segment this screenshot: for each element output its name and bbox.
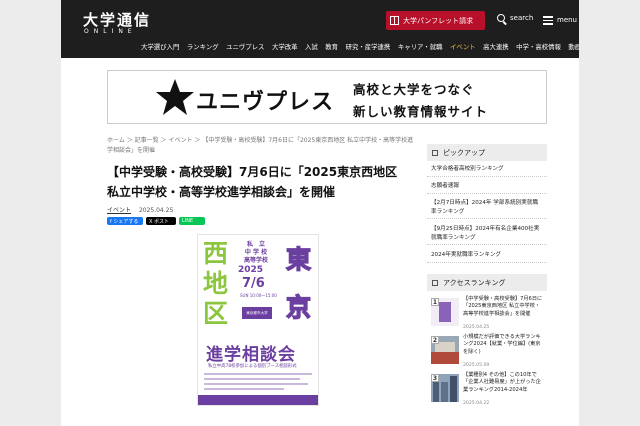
breadcrumb: ホーム ＞ 記事一覧 ＞ イベント ＞ 【中学受験・高校受験】7月6日に「202… xyxy=(107,137,414,154)
square-icon xyxy=(432,279,438,286)
poster-headline: 進学相談会 xyxy=(206,345,296,365)
ranking-number: 3 xyxy=(431,374,439,382)
nav-item-ranking[interactable]: ランキング xyxy=(187,42,219,51)
content-column: 大学通信 ONLINE 大学パンフレット請求 search menu 大学選び入… xyxy=(61,0,579,426)
poster-date: 7/6 xyxy=(242,276,265,291)
poster-char-nishi: 西 xyxy=(203,239,229,268)
ranking-date: 2025.04.22 xyxy=(463,401,490,406)
pamphlet-request-label: 大学パンフレット請求 xyxy=(403,16,474,25)
breadcrumb-list[interactable]: 記事一覧 xyxy=(135,137,159,144)
site-header: 大学通信 ONLINE 大学パンフレット請求 search menu 大学選び入… xyxy=(61,0,579,58)
article-date: 2025.04.25 xyxy=(138,207,174,214)
pickup-item[interactable]: 志願者速報 xyxy=(427,182,547,194)
poster-char-to: 東 xyxy=(285,245,312,274)
site-logo-sub: ONLINE xyxy=(84,28,137,35)
poster-char-ku: 区 xyxy=(203,299,229,328)
page-gutter-left xyxy=(0,0,61,426)
ranking-item[interactable]: 3 【業種別4 その他】この10年で「企業人社難易度」が上がった企業ランキング2… xyxy=(427,372,547,408)
ranking-number: 2 xyxy=(431,336,439,344)
poster-subtext: 私立中高78校参加による個別ブース相談形式 xyxy=(208,364,297,369)
banner-tagline-2: 新しい教育情報サイト xyxy=(353,104,489,119)
site-logo[interactable]: 大学通信 xyxy=(83,9,151,30)
nav-item-univpress[interactable]: ユニヴプレス xyxy=(226,42,264,51)
event-poster: 西 地 区 東 京 私 立 中 学 校 高等学校 2025 7/6 SUN 10… xyxy=(197,234,319,406)
poster-school-type: 私 立 中 学 校 高等学校 xyxy=(243,241,268,264)
ranking-date: 2025.05.09 xyxy=(463,363,490,368)
poster-fine-print xyxy=(204,388,284,390)
ranking-text: 【中学受験・高校受験】7月6日に「2025東京西地区 私立中学校・高等学校進学相… xyxy=(463,296,543,317)
poster-fine-print xyxy=(204,383,308,385)
nav-item-video[interactable]: 動画 xyxy=(568,42,579,51)
banner-tagline-1: 高校と大学をつなぐ xyxy=(353,82,475,97)
pickup-item[interactable]: 【2月7日時点】2024年 学部系統別実就職率ランキング xyxy=(427,199,547,219)
pamphlet-request-button[interactable]: 大学パンフレット請求 xyxy=(386,11,485,30)
article-title: 【中学受験・高校受験】7月6日に「2025東京西地区 私立中学校・高等学校進学相… xyxy=(107,165,398,199)
nav-item-exam[interactable]: 入試 xyxy=(305,42,318,51)
share-x-button[interactable]: X ポスト xyxy=(146,217,176,225)
search-button[interactable]: search xyxy=(497,14,533,22)
nav-item-guide[interactable]: 大学選び入門 xyxy=(141,42,179,51)
ranking-date: 2025.04.25 xyxy=(463,325,490,330)
breadcrumb-category[interactable]: イベント xyxy=(169,137,193,144)
poster-char-kyo: 京 xyxy=(285,293,312,322)
search-icon xyxy=(497,14,505,22)
main-nav: 大学選び入門 ランキング ユニヴプレス 大学改革 入試 教育 研究・産学連携 キ… xyxy=(141,42,579,51)
pickup-item[interactable]: 【9月25日時点】2024年有名企業400社実就職率ランキング xyxy=(427,225,547,245)
nav-item-reform[interactable]: 大学改革 xyxy=(272,42,298,51)
star-icon xyxy=(156,79,194,115)
poster-time: SUN 10:00〜15:00 xyxy=(240,293,277,298)
hamburger-icon xyxy=(543,14,553,27)
univpress-banner[interactable]: ユニヴプレス 高校と大学をつなぐ 新しい教育情報サイト xyxy=(107,70,547,124)
page: 大学通信 ONLINE 大学パンフレット請求 search menu 大学選び入… xyxy=(0,0,640,426)
access-ranking-header: アクセスランキング xyxy=(427,274,547,291)
ranking-number: 1 xyxy=(431,298,439,306)
banner-brand: ユニヴプレス xyxy=(196,90,335,115)
search-label: search xyxy=(510,14,534,22)
ranking-text: 【業種別4 その他】この10年で「企業人社難易度」が上がった企業ランキング201… xyxy=(463,372,541,393)
ranking-text: 小規模だが評価できる大学ランキング2024【就業・学位編】(東京を除く) xyxy=(463,334,541,355)
article-category[interactable]: イベント xyxy=(107,207,131,214)
nav-item-event[interactable]: イベント xyxy=(450,42,476,51)
pickup-header: ピックアップ xyxy=(427,144,547,161)
book-icon xyxy=(390,16,399,25)
nav-item-education[interactable]: 教育 xyxy=(325,42,338,51)
ranking-item[interactable]: 1 【中学受験・高校受験】7月6日に「2025東京西地区 私立中学校・高等学校進… xyxy=(427,296,547,332)
poster-venue: 東京都市大学 xyxy=(242,307,272,319)
poster-fine-print xyxy=(204,373,312,375)
nav-item-career[interactable]: キャリア・就職 xyxy=(398,42,443,51)
nav-item-highschool-univ[interactable]: 高大連携 xyxy=(483,42,509,51)
menu-button[interactable]: menu xyxy=(543,14,577,27)
breadcrumb-home[interactable]: ホーム xyxy=(107,137,125,144)
nav-item-school-info[interactable]: 中学・高校情報 xyxy=(516,42,561,51)
poster-char-chi: 地 xyxy=(203,269,229,298)
share-buttons: f シェアする X ポスト LINE xyxy=(107,217,205,225)
article-meta: イベント 2025.04.25 xyxy=(107,205,173,214)
share-line-button[interactable]: LINE xyxy=(179,217,205,225)
share-facebook-button[interactable]: f シェアする xyxy=(107,217,143,225)
pickup-item[interactable]: 大学合格者高校別ランキング xyxy=(427,165,547,177)
poster-year: 2025 xyxy=(238,265,264,275)
ranking-item[interactable]: 2 小規模だが評価できる大学ランキング2024【就業・学位編】(東京を除く) 2… xyxy=(427,334,547,370)
page-gutter-right xyxy=(579,0,640,426)
square-icon xyxy=(432,149,438,156)
pickup-item[interactable]: 2024年実就職率ランキング xyxy=(427,251,547,263)
poster-fine-print xyxy=(204,378,300,380)
menu-label: menu xyxy=(557,16,577,25)
nav-item-research[interactable]: 研究・産学連携 xyxy=(346,42,391,51)
poster-footer-bar xyxy=(198,395,318,405)
